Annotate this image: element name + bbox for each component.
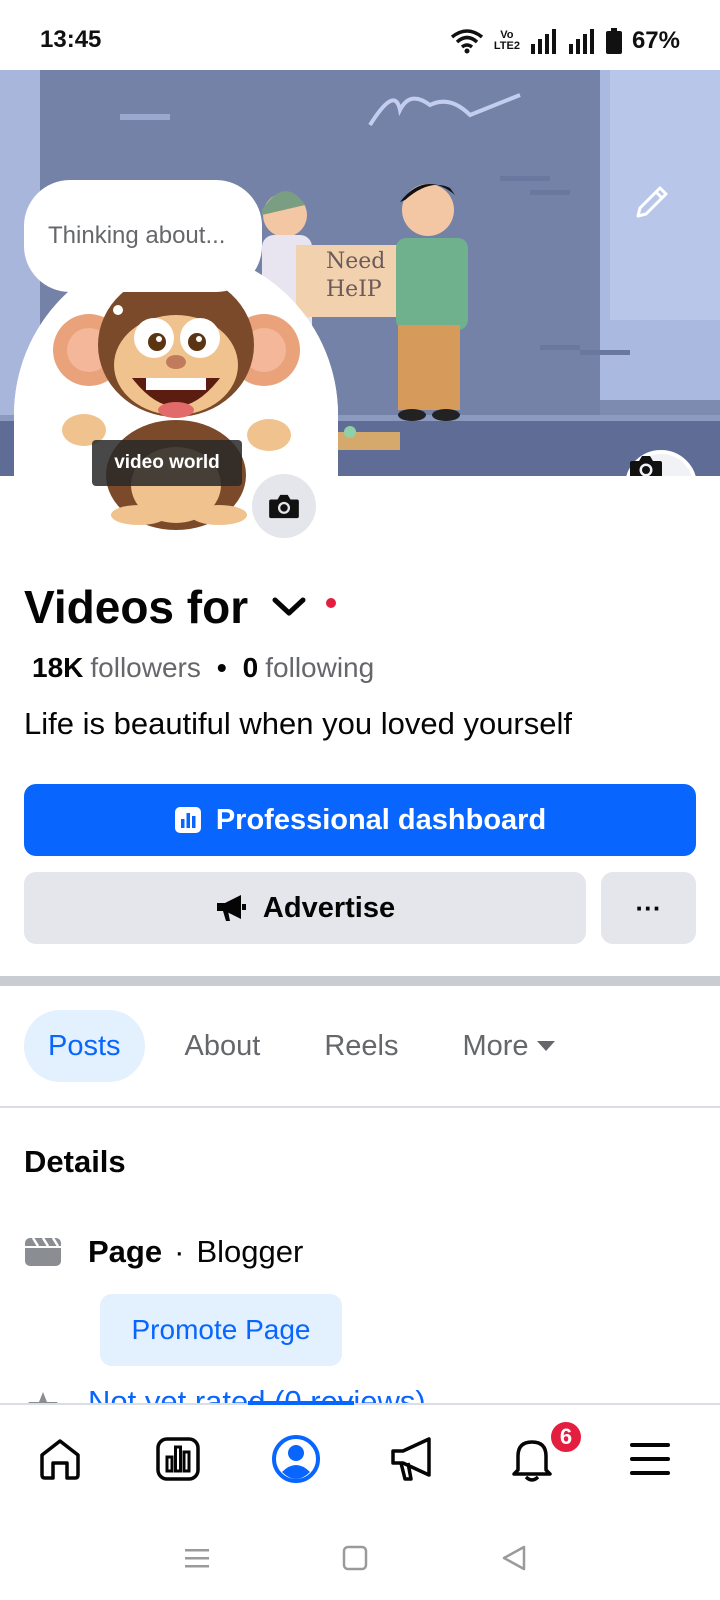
tab-posts-label: Posts: [48, 1029, 121, 1062]
following-count[interactable]: 0: [243, 652, 259, 684]
camera-icon: [630, 456, 662, 476]
bottom-navigation: 6: [0, 1401, 720, 1513]
recents-icon[interactable]: [182, 1543, 212, 1573]
tab-more[interactable]: More: [438, 1010, 578, 1082]
following-label[interactable]: following: [265, 652, 374, 684]
nav-ads[interactable]: [384, 1429, 444, 1489]
tab-more-label: More: [462, 1029, 529, 1062]
edit-cover-icon[interactable]: [630, 180, 674, 224]
note-bubble[interactable]: Thinking about...: [24, 180, 262, 292]
section-divider: [0, 976, 720, 986]
note-text: Thinking about...: [48, 222, 226, 249]
nav-profile[interactable]: [266, 1429, 326, 1489]
profile-camera-button[interactable]: [252, 474, 316, 538]
tab-about-label: About: [184, 1029, 261, 1062]
profile-icon: [272, 1435, 320, 1483]
advertise-button[interactable]: Advertise: [24, 872, 586, 944]
home-button-icon[interactable]: [340, 1543, 370, 1573]
megaphone-icon: [391, 1437, 431, 1481]
page-title: Videos for: [24, 581, 249, 633]
back-icon[interactable]: [500, 1543, 530, 1573]
battery-icon: [605, 28, 622, 54]
more-options-icon: ···: [635, 892, 662, 923]
menu-icon: [630, 1443, 670, 1475]
signal-icon: [530, 29, 556, 54]
tab-reels-label: Reels: [324, 1029, 399, 1062]
details-heading: Details: [24, 1144, 126, 1179]
status-bar: 13:45 Vo LTE2 67%: [0, 0, 720, 70]
nav-dashboard[interactable]: [148, 1429, 208, 1489]
followers-label[interactable]: followers: [90, 652, 200, 684]
star-icon: [28, 1392, 58, 1404]
battery-percent: 67%: [631, 27, 680, 54]
dashboard-icon: [174, 807, 201, 833]
more-options-button[interactable]: ···: [601, 872, 696, 944]
notification-dot: [326, 598, 337, 608]
signal-icon-2: [568, 29, 594, 54]
volte-indicator: Vo LTE2: [494, 30, 520, 52]
tab-posts[interactable]: Posts: [24, 1010, 145, 1082]
wifi-icon: [450, 29, 483, 54]
detail-page-category: Page · Blogger: [24, 1234, 303, 1270]
active-tab-indicator: [248, 1401, 354, 1405]
professional-dashboard-label: Professional dashboard: [215, 803, 547, 836]
detail-separator: ·: [174, 1234, 185, 1269]
profile-bio: Life is beautiful when you loved yoursel…: [24, 706, 572, 741]
nav-menu[interactable]: [620, 1429, 680, 1489]
page-type-label: Page: [88, 1234, 163, 1269]
advertise-label: Advertise: [262, 891, 396, 924]
promote-page-label: Promote Page: [131, 1314, 311, 1345]
dashboard-icon: [156, 1437, 200, 1481]
caret-down-icon: [536, 1041, 555, 1051]
profile-tabs: Posts About Reels More: [24, 1010, 595, 1082]
stats-separator: •: [216, 652, 227, 683]
status-time: 13:45: [40, 26, 102, 53]
megaphone-icon: [216, 895, 246, 921]
profile-name-row: Videos for: [24, 580, 337, 634]
follow-stats: 18K followers • 0 following: [32, 652, 374, 684]
volte-bottom: LTE2: [493, 40, 520, 52]
nav-home[interactable]: [30, 1429, 90, 1489]
followers-count[interactable]: 18K: [32, 652, 83, 684]
chevron-down-icon[interactable]: [272, 596, 306, 618]
camera-icon: [269, 494, 299, 519]
rating-row[interactable]: Not yet rated (0 reviews): [24, 1390, 704, 1404]
status-icons: Vo LTE2 67%: [450, 26, 680, 56]
notification-badge: 6: [548, 1419, 584, 1455]
clapperboard-icon: [25, 1237, 61, 1266]
tab-reels[interactable]: Reels: [300, 1010, 422, 1082]
tabs-divider: [0, 1106, 720, 1108]
professional-dashboard-button[interactable]: Professional dashboard: [24, 784, 696, 856]
avatar-caption: video world: [92, 440, 242, 486]
promote-page-button[interactable]: Promote Page: [100, 1294, 342, 1366]
home-icon: [40, 1439, 80, 1480]
tab-about[interactable]: About: [161, 1010, 285, 1082]
system-navigation-bar: [0, 1513, 720, 1600]
page-category-value: Blogger: [196, 1234, 304, 1269]
